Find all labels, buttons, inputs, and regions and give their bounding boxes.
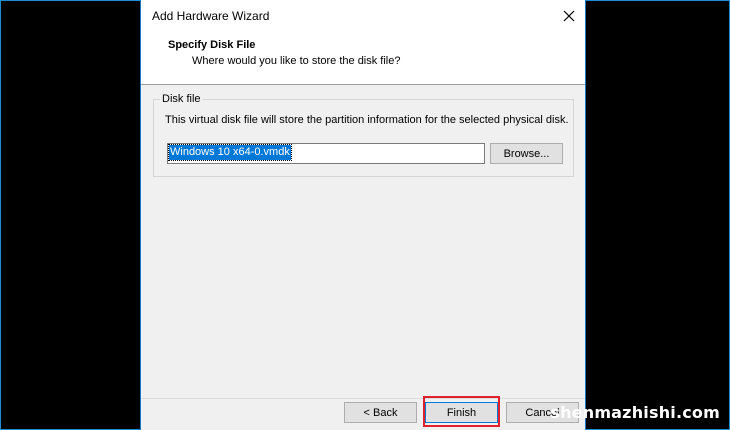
browse-button[interactable]: Browse...: [490, 143, 563, 164]
close-icon: [563, 10, 575, 22]
disk-file-legend: Disk file: [160, 93, 203, 105]
title-bar: Add Hardware Wizard: [141, 0, 585, 32]
page-title: Specify Disk File: [168, 39, 256, 51]
disk-file-path-input[interactable]: Windows 10 x64-0.vmdk: [167, 143, 485, 164]
disk-file-description: This virtual disk file will store the pa…: [165, 114, 569, 126]
page-subtitle: Where would you like to store the disk f…: [192, 55, 401, 67]
window-title: Add Hardware Wizard: [152, 9, 270, 23]
add-hardware-wizard-dialog: Add Hardware Wizard Specify Disk File Wh…: [140, 0, 586, 430]
wizard-header: Specify Disk File Where would you like t…: [141, 32, 585, 85]
disk-file-group: Disk file This virtual disk file will st…: [153, 93, 574, 177]
close-button[interactable]: [553, 0, 585, 32]
back-button[interactable]: < Back: [344, 402, 417, 423]
disk-file-path-value: Windows 10 x64-0.vmdk: [168, 144, 292, 161]
finish-button[interactable]: Finish: [425, 402, 498, 423]
watermark-text: shenmazhishi.com: [550, 403, 720, 422]
